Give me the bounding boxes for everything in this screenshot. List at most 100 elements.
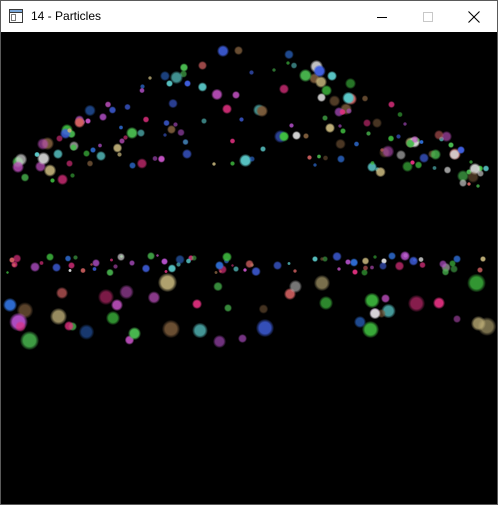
particle xyxy=(92,266,97,272)
particle xyxy=(453,314,462,323)
particle xyxy=(167,98,178,109)
particle xyxy=(365,131,371,137)
particle xyxy=(192,322,208,339)
particle xyxy=(157,155,165,163)
particle xyxy=(90,146,97,153)
particle xyxy=(136,128,146,138)
particle xyxy=(380,293,391,303)
particle xyxy=(361,257,369,265)
particle xyxy=(112,263,119,270)
particle xyxy=(36,138,49,151)
particle xyxy=(182,139,189,146)
particle xyxy=(73,117,85,129)
particle xyxy=(116,152,122,158)
particle xyxy=(407,295,425,313)
particle xyxy=(231,90,240,99)
particle xyxy=(46,253,54,261)
particle xyxy=(124,103,131,110)
particle xyxy=(50,178,56,184)
particle xyxy=(411,135,419,144)
particle xyxy=(388,101,396,109)
particle xyxy=(118,138,125,145)
particle xyxy=(12,262,17,267)
particle xyxy=(336,266,342,271)
minimize-button[interactable] xyxy=(359,1,405,32)
particle xyxy=(432,165,437,171)
particle xyxy=(414,161,422,169)
particle xyxy=(467,273,486,293)
particle xyxy=(291,130,302,141)
particle xyxy=(185,258,191,264)
particle xyxy=(162,320,181,338)
particle xyxy=(402,122,407,127)
particle xyxy=(30,261,40,272)
particle xyxy=(211,89,223,101)
particle xyxy=(438,259,448,268)
particle xyxy=(316,153,322,159)
particle xyxy=(278,131,289,142)
window-title: 14 - Particles xyxy=(31,9,102,23)
particle xyxy=(288,280,302,293)
maximize-icon xyxy=(423,11,433,22)
particle xyxy=(397,112,403,118)
particle xyxy=(378,261,388,271)
particle xyxy=(345,259,351,265)
particle xyxy=(20,330,40,350)
particle xyxy=(362,264,369,271)
particle xyxy=(450,265,459,274)
particle xyxy=(372,117,383,129)
particle xyxy=(12,253,22,263)
particle xyxy=(224,304,233,313)
particle xyxy=(229,160,236,166)
particle xyxy=(118,125,124,130)
maximize-button[interactable] xyxy=(405,1,451,32)
title-bar[interactable]: 14 - Particles xyxy=(1,1,497,32)
particle xyxy=(286,261,291,266)
particle xyxy=(279,84,289,94)
particle xyxy=(248,70,254,76)
particle xyxy=(147,291,161,304)
particle xyxy=(68,268,73,273)
particle xyxy=(387,135,395,142)
close-button[interactable] xyxy=(451,1,497,32)
particle xyxy=(332,251,342,262)
particle xyxy=(11,160,25,173)
particle xyxy=(136,158,148,169)
particle xyxy=(352,269,359,276)
particle xyxy=(80,267,86,274)
particle xyxy=(452,254,462,264)
particle xyxy=(170,70,183,84)
particle xyxy=(312,256,319,263)
particle xyxy=(312,163,317,168)
particle xyxy=(67,262,75,270)
particle xyxy=(70,144,77,151)
particle xyxy=(200,118,208,125)
particle xyxy=(21,173,30,182)
particle xyxy=(251,266,261,277)
particle xyxy=(443,166,452,174)
particle xyxy=(192,299,203,310)
particle xyxy=(319,295,334,310)
particle xyxy=(322,114,328,121)
particle xyxy=(70,173,75,178)
particle xyxy=(271,67,277,72)
particle xyxy=(346,108,353,115)
particle xyxy=(87,160,94,167)
particle xyxy=(353,141,360,148)
particle xyxy=(322,155,328,161)
particle xyxy=(239,117,245,123)
app-window-icon xyxy=(9,9,23,23)
particle xyxy=(128,161,137,170)
particle xyxy=(341,91,355,105)
particle xyxy=(259,146,266,153)
particle xyxy=(395,134,401,140)
particle xyxy=(222,104,233,115)
particle xyxy=(95,151,106,161)
particle xyxy=(128,259,136,266)
particle-render-canvas[interactable] xyxy=(1,32,497,504)
particle xyxy=(325,122,335,133)
particle xyxy=(229,138,236,145)
particle xyxy=(173,122,179,128)
particle xyxy=(84,104,96,117)
particle xyxy=(242,267,247,272)
